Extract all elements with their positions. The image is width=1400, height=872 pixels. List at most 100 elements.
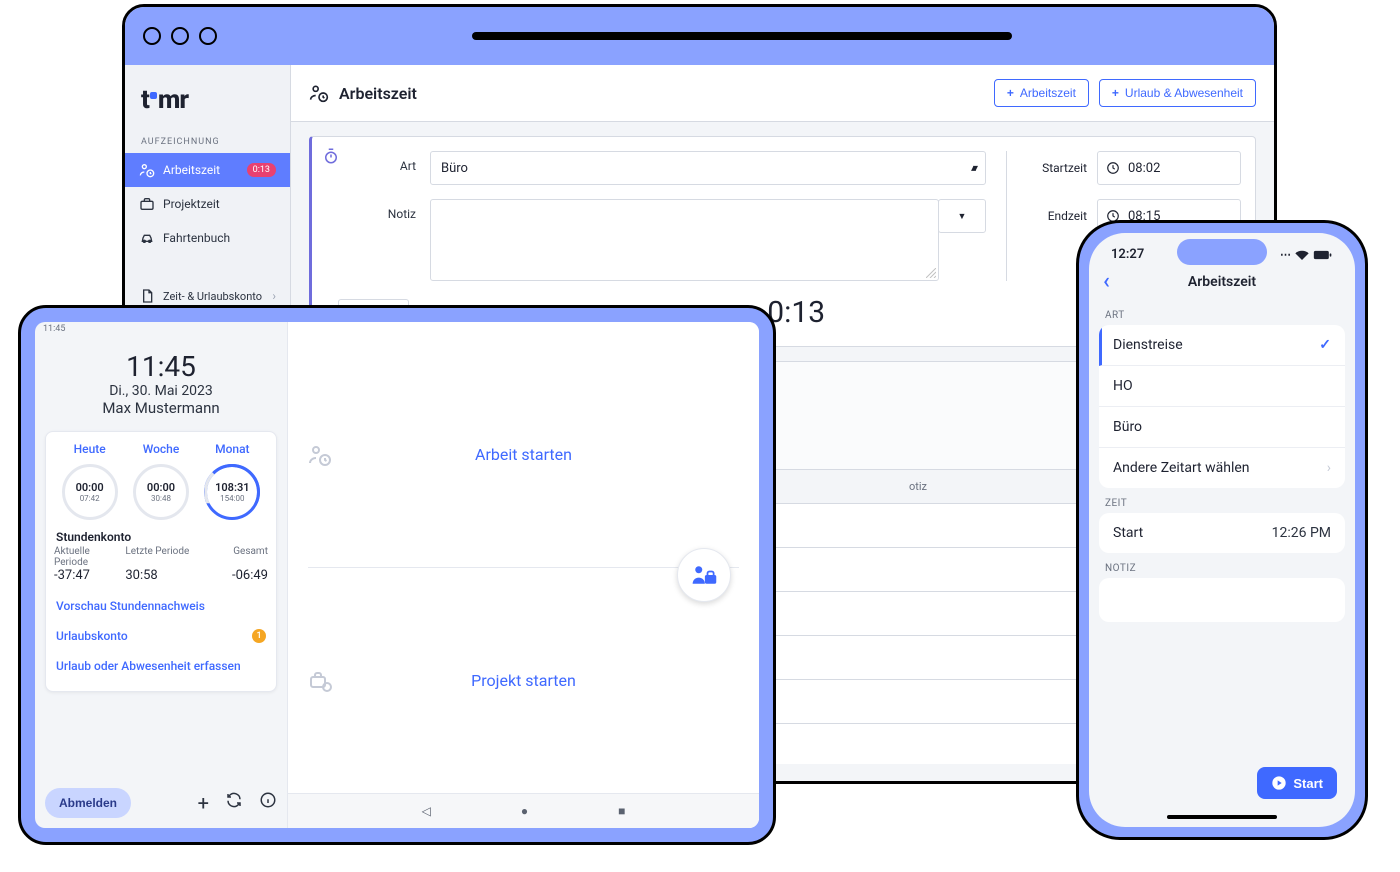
option-label: Dienstreise (1113, 337, 1183, 353)
statusbar-time: 11:45 (43, 324, 65, 340)
link-label: Vorschau Stundennachweis (56, 599, 205, 613)
sidebar-section-header: AUFZEICHNUNG (125, 121, 290, 153)
col-header-total: Gesamt (197, 546, 268, 568)
window-dot (199, 27, 217, 45)
chevron-right-icon: › (272, 289, 276, 303)
plus-icon[interactable]: + (198, 791, 209, 815)
timer-value: 0:13 (767, 295, 825, 330)
sidebar-item-label: Zeit- & Urlaubskonto (163, 290, 262, 303)
vacation-account-link[interactable]: Urlaubskonto 1 (54, 621, 268, 651)
note-input[interactable] (1099, 578, 1345, 622)
val-current: -37:47 (54, 568, 125, 583)
briefcase-icon (139, 196, 155, 212)
option-label: Andere Zeitart wählen (1113, 460, 1250, 476)
sidebar-item-fahrtenbuch[interactable]: Fahrtenbuch (125, 221, 290, 255)
plus-icon: + (1112, 86, 1119, 100)
ring-main: 108:31 (215, 481, 249, 494)
nav-home-icon[interactable]: ● (521, 804, 528, 818)
select-value: Büro (441, 161, 468, 176)
section-header-note: NOTIZ (1089, 553, 1355, 578)
back-button[interactable]: ‹ (1103, 271, 1110, 293)
link-label: Urlaubskonto (56, 629, 128, 643)
phone-page-title: Arbeitszeit (1188, 274, 1256, 290)
row-label: Start (1113, 525, 1143, 541)
start-work-row[interactable]: Arbeit starten (288, 342, 759, 567)
ring-sub: 154:00 (220, 494, 244, 503)
document-icon (139, 288, 155, 304)
sidebar-item-projektzeit[interactable]: Projektzeit (125, 187, 290, 221)
section-header-type: ART (1089, 300, 1355, 325)
logout-button[interactable]: Abmelden (45, 788, 131, 818)
nav-back-icon[interactable]: ◁ (422, 804, 431, 818)
button-label: Start (1293, 776, 1323, 791)
start-time-input[interactable]: 08:02 (1097, 151, 1241, 185)
toolbar: Arbeitszeit + Arbeitszeit + Urlaub & Abw… (291, 65, 1274, 122)
start-work-label: Arbeit starten (475, 445, 572, 464)
val-total: -06:49 (197, 568, 268, 583)
type-option-other[interactable]: Andere Zeitart wählen › (1099, 448, 1345, 488)
statusbar-time: 12:27 (1111, 247, 1144, 262)
android-navbar: ◁ ● ■ (288, 793, 759, 828)
check-icon: ✓ (1319, 337, 1331, 353)
play-circle-icon (1271, 775, 1287, 791)
hours-account-title: Stundenkonto (56, 530, 266, 544)
tablet-clock: 11:45 (45, 350, 277, 383)
note-textarea[interactable] (430, 199, 939, 281)
button-label: Urlaub & Abwesenheit (1125, 86, 1243, 100)
resize-handle-icon (926, 268, 936, 278)
type-option-ho[interactable]: HO (1099, 366, 1345, 407)
window-dot (171, 27, 189, 45)
field-label-end: Endzeit (1027, 209, 1087, 223)
tab-week[interactable]: Woche (125, 442, 196, 456)
note-dropdown-button[interactable]: ▼ (938, 199, 986, 233)
wifi-icon (1295, 250, 1309, 260)
person-clock-icon (139, 162, 155, 178)
time-value: 08:02 (1128, 161, 1160, 176)
type-list: Dienstreise ✓ HO Büro Andere Zeitart wäh… (1099, 325, 1345, 488)
start-time-row[interactable]: Start 12:26 PM (1099, 513, 1345, 553)
app-logo: tmr (125, 65, 290, 121)
section-header-time: ZEIT (1089, 488, 1355, 513)
add-worktime-button[interactable]: + Arbeitszeit (994, 79, 1089, 107)
ring-sub: 30:48 (151, 494, 171, 503)
type-option-dienstreise[interactable]: Dienstreise ✓ (1099, 325, 1345, 366)
tab-month[interactable]: Monat (197, 442, 268, 456)
add-absence-button[interactable]: + Urlaub & Abwesenheit (1099, 79, 1256, 107)
sidebar-item-label: Projektzeit (163, 197, 220, 211)
battery-icon (1313, 250, 1333, 260)
start-button[interactable]: Start (1257, 767, 1337, 799)
phone-navbar: ‹ Arbeitszeit (1089, 262, 1355, 300)
val-prev: 30:58 (125, 568, 196, 583)
button-label: Arbeitszeit (1020, 86, 1076, 100)
chevron-right-icon: › (1327, 460, 1331, 476)
record-absence-link[interactable]: Urlaub oder Abwesenheit erfassen (54, 651, 268, 681)
chevron-down-icon: ▼ (958, 211, 967, 222)
window-dot (143, 27, 161, 45)
tablet-date: Di., 30. Mai 2023 (45, 383, 277, 399)
stopwatch-icon (322, 147, 340, 165)
option-label: Büro (1113, 419, 1142, 435)
type-select[interactable]: Büro ▴▾ (430, 151, 986, 185)
browser-titlebar (125, 7, 1274, 67)
tablet-username: Max Mustermann (45, 399, 277, 417)
start-project-label: Projekt starten (471, 671, 576, 690)
page-title: Arbeitszeit (309, 83, 417, 103)
tab-today[interactable]: Heute (54, 442, 125, 456)
clock-icon (1106, 161, 1120, 175)
sync-icon[interactable] (225, 791, 243, 815)
col-header-prev: Letzte Periode (125, 546, 196, 568)
browser-tab-handle (472, 32, 1012, 40)
row-value: 12:26 PM (1272, 525, 1331, 541)
type-option-buero[interactable]: Büro (1099, 407, 1345, 448)
start-project-row[interactable]: Projekt starten (288, 568, 759, 793)
sidebar-item-arbeitszeit[interactable]: Arbeitszeit 0:13 (125, 153, 290, 187)
home-indicator (1167, 815, 1277, 819)
chevron-updown-icon: ▴▾ (971, 163, 975, 174)
ring-main: 00:00 (147, 481, 175, 494)
field-label-type: Art (368, 151, 416, 173)
person-clock-icon (308, 443, 332, 467)
nav-recent-icon[interactable]: ■ (618, 804, 625, 818)
info-icon[interactable] (259, 791, 277, 815)
preview-hours-link[interactable]: Vorschau Stundennachweis (54, 591, 268, 621)
tablet-frame: 11:45 ◢ ▮ 11:45 Di., 30. Mai 2023 Max Mu… (18, 305, 776, 845)
